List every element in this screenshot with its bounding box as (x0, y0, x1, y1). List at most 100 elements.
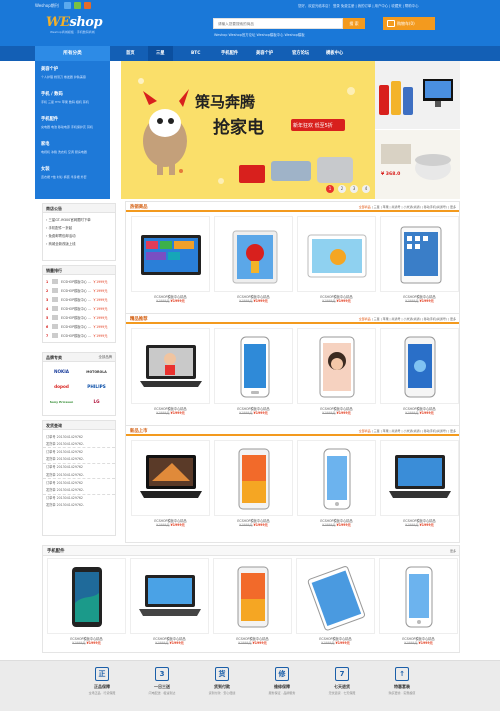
product-card[interactable] (131, 440, 210, 516)
notice-item[interactable]: › 三星GT-I9300官网限时下单 (43, 215, 115, 223)
site-logo[interactable]: WEshop (46, 15, 103, 30)
category-group[interactable]: 美容个护 个人护理 剃须刀 卷发器 护肤美容 (41, 66, 104, 80)
nav-item-beauty[interactable]: 美容个护 (256, 46, 273, 61)
filter-link[interactable]: 苹果 (383, 205, 389, 209)
filter-link[interactable]: 移动手机(尚通号) (424, 205, 447, 209)
search-button[interactable]: 搜 索 (343, 18, 365, 29)
filter-link[interactable]: 三星 (374, 317, 380, 321)
filter-link[interactable]: 小米通(尚通) (403, 205, 420, 209)
ranking-item[interactable]: 7 ECSHOP模板中心 ... ￥1999元 (43, 331, 115, 340)
category-links[interactable]: 电视机 冰箱 洗衣机 空调 厨房电器 (41, 150, 104, 155)
section-filter-links[interactable]: 全部商品 | 三星 | 苹果 | 尚通号 | 小米通(尚通) | 移动手机(尚通… (359, 317, 456, 321)
rank-name[interactable]: ECSHOP模板中心 ... (61, 315, 91, 320)
service-item[interactable]: 货货到付款 货到付款 · 安心便捷 (192, 667, 252, 695)
filter-link[interactable]: 小米通(尚通) (403, 317, 420, 321)
product-card[interactable] (297, 216, 376, 292)
all-categories-button[interactable]: 所有分类 (35, 46, 110, 61)
more-link[interactable]: 更多 (450, 317, 456, 321)
service-item[interactable]: 7 七天退货 无忧退货 · 七天保障 (312, 667, 372, 695)
nav-item-samsung[interactable]: 三星 (148, 46, 173, 61)
service-item[interactable]: ↑ 特惠套装 购买更省 · 实惠超值 (372, 667, 432, 695)
banner-dot-1[interactable]: 1 (326, 185, 334, 193)
filter-link[interactable]: 全部商品 (359, 205, 371, 209)
service-item[interactable]: 修维修保障 服务保证 · 品牌服务 (252, 667, 312, 695)
brand-logo-philips[interactable]: PHILIPS (81, 380, 112, 393)
rank-name[interactable]: ECSHOP模板中心 ... (61, 279, 91, 284)
filter-link[interactable]: 移动手机(尚通号) (424, 317, 447, 321)
category-title[interactable]: 手机配件 (41, 116, 104, 122)
top-links[interactable]: 您好，欢迎光临本店！ 登录 免费注册 | 我的订单 | 用户中心 | 收藏夹 |… (298, 3, 418, 8)
product-card[interactable] (380, 328, 459, 404)
service-item[interactable]: 正正品保障 全场正品 · 行货保障 (72, 667, 132, 695)
nav-item-btc[interactable]: BTC (191, 46, 200, 61)
product-card[interactable] (214, 216, 293, 292)
product-card[interactable] (213, 558, 292, 634)
category-links[interactable]: 手机 三星 HTC 苹果 数码 相机 耳机 (41, 100, 104, 105)
brand-logo-lg[interactable]: LG (81, 395, 112, 408)
category-group[interactable]: 手机配件 充电器 电池 移动电源 手机保护壳 耳机 (41, 116, 104, 130)
product-card[interactable] (380, 216, 459, 292)
product-card[interactable] (131, 216, 210, 292)
product-card[interactable] (379, 558, 458, 634)
hot-keywords[interactable]: Weshop Weshop官方论坛 Weshop模板中心 Weshop模板 (214, 32, 305, 37)
notice-text[interactable]: 三星GT-I9300官网限时下单 (48, 218, 90, 222)
service-item[interactable]: 3 一日三送 闪电配送 · 极速到达 (132, 667, 192, 695)
category-title[interactable]: 手机 / 数码 (41, 91, 104, 97)
nav-item-templates[interactable]: 模板中心 (326, 46, 343, 61)
banner-dot-4[interactable]: 4 (362, 185, 370, 193)
filter-link[interactable]: 全部商品 (359, 429, 371, 433)
brand-logo-dopod[interactable]: dopod (46, 380, 77, 393)
filter-link[interactable]: 移动手机(尚通号) (424, 429, 447, 433)
nav-item-home[interactable]: 首页 (126, 46, 135, 61)
category-title[interactable]: 女装 (41, 166, 104, 172)
filter-link[interactable]: 小米通(尚通) (403, 429, 420, 433)
product-card[interactable] (131, 328, 210, 404)
ranking-item[interactable]: 2 ECSHOP模板中心 ... ￥1999元 (43, 286, 115, 295)
product-card[interactable] (47, 558, 126, 634)
more-link[interactable]: 更多 (450, 549, 456, 553)
filter-link[interactable]: 苹果 (383, 317, 389, 321)
category-group[interactable]: 家电电视机 冰箱 洗衣机 空调 厨房电器 (41, 141, 104, 155)
product-card[interactable] (214, 328, 293, 404)
brand-logo-nokia[interactable]: NOKIA (46, 365, 77, 378)
banner-dot-2[interactable]: 2 (338, 185, 346, 193)
category-group[interactable]: 手机 / 数码 手机 三星 HTC 苹果 数码 相机 耳机 (41, 91, 104, 105)
nav-item-phone-accessories[interactable]: 手机配件 (221, 46, 238, 61)
product-card[interactable] (296, 558, 375, 634)
filter-link[interactable]: 尚通号 (392, 205, 401, 209)
more-link[interactable]: 更多 (450, 429, 456, 433)
rank-name[interactable]: ECSHOP模板中心 ... (61, 288, 91, 293)
notice-text[interactable]: 手机配件一折起 (48, 226, 72, 230)
rank-name[interactable]: ECSHOP模板中心 ... (61, 324, 91, 329)
product-card[interactable] (380, 440, 459, 516)
rank-name[interactable]: ECSHOP模板中心 ... (61, 297, 91, 302)
ranking-item[interactable]: 3 ECSHOP模板中心 ... ￥1999元 (43, 295, 115, 304)
category-group[interactable]: 女装 连衣裙 T恤 衬衫 裤装 半身裙 外套 (41, 166, 104, 180)
side-ad-luggage[interactable] (375, 61, 460, 130)
category-title[interactable]: 家电 (41, 141, 104, 147)
section-filter-links[interactable]: 全部商品 | 三星 | 苹果 | 尚通号 | 小米通(尚通) | 移动手机(尚通… (359, 205, 456, 209)
notice-text[interactable]: 免费邮寄包邮活动 (48, 234, 75, 238)
ranking-item[interactable]: 5 ECSHOP模板中心 ... ￥1999元 (43, 313, 115, 322)
weibo-icon[interactable] (64, 2, 71, 9)
filter-link[interactable]: 全部商品 (359, 317, 371, 321)
ranking-item[interactable]: 4 ECSHOP模板中心 ... ￥1999元 (43, 304, 115, 313)
product-card[interactable] (297, 440, 376, 516)
product-card[interactable] (130, 558, 209, 634)
notice-item[interactable]: › 免费邮寄包邮活动 (43, 231, 115, 239)
banner-dot-3[interactable]: 3 (350, 185, 358, 193)
more-link[interactable]: 更多 (450, 205, 456, 209)
filter-link[interactable]: 苹果 (383, 429, 389, 433)
rank-name[interactable]: ECSHOP模板中心 ... (61, 333, 91, 338)
product-card[interactable] (297, 328, 376, 404)
brand-logo-sony-ericsson[interactable]: Sony Ericsson (46, 395, 77, 408)
rss-icon[interactable] (84, 2, 91, 9)
filter-link[interactable]: 三星 (374, 205, 380, 209)
product-card[interactable] (214, 440, 293, 516)
all-brands-link[interactable]: 全部品牌 (98, 353, 112, 362)
side-ad-appliance[interactable]: ¥ 368.0 (375, 130, 460, 199)
search-input[interactable] (214, 19, 342, 28)
ranking-item[interactable]: 6 ECSHOP模板中心 ... ￥1999元 (43, 322, 115, 331)
notice-item[interactable]: › 手机配件一折起 (43, 223, 115, 231)
filter-link[interactable]: 三星 (374, 429, 380, 433)
